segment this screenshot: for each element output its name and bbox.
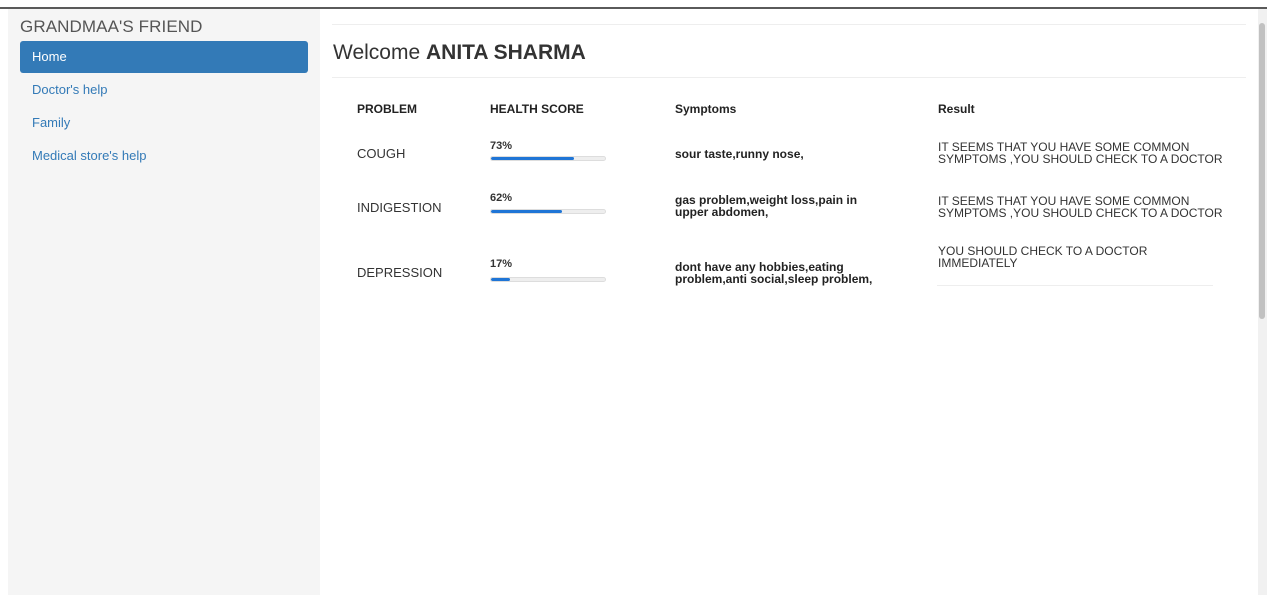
problem-cell: COUGH — [357, 146, 406, 161]
header-result: Result — [938, 102, 975, 116]
health-score-fill — [491, 157, 575, 160]
health-score-bar — [490, 277, 606, 282]
sidebar: GRANDMAA'S FRIEND Home Doctor's help Fam… — [8, 9, 320, 595]
result-cell: IT SEEMS THAT YOU HAVE SOME COMMON SYMPT… — [938, 194, 1223, 220]
user-name: ANITA SHARMA — [425, 41, 586, 64]
symptoms-cell: dont have any hobbies,eating problem,ant… — [675, 260, 873, 286]
welcome-prefix: Welcome — [333, 41, 421, 64]
health-score-label: 62% — [490, 192, 513, 204]
health-score-bar — [490, 156, 606, 161]
scrollbar-thumb[interactable] — [1259, 23, 1265, 319]
divider — [937, 285, 1213, 286]
header-health-score: HEALTH SCORE — [490, 102, 584, 116]
result-cell: YOU SHOULD CHECK TO A DOCTOR IMMEDIATELY — [938, 244, 1148, 270]
health-score-fill — [491, 278, 511, 281]
problem-cell: DEPRESSION — [357, 265, 443, 280]
header-symptoms: Symptoms — [675, 102, 737, 116]
health-score-label: 17% — [490, 258, 513, 270]
result-cell: IT SEEMS THAT YOU HAVE SOME COMMON SYMPT… — [938, 140, 1223, 166]
divider — [332, 24, 1246, 25]
sidebar-nav: Home Doctor's help Family Medical store'… — [20, 41, 308, 173]
scrollbar[interactable] — [1258, 9, 1267, 595]
health-score-label: 73% — [490, 140, 513, 152]
main-content: Welcome ANITA SHARMA PROBLEM HEALTH SCOR… — [320, 9, 1258, 595]
problem-cell: INDIGESTION — [357, 200, 442, 215]
brand-title: GRANDMAA'S FRIEND — [20, 17, 203, 36]
sidebar-item-medical-store-help[interactable]: Medical store's help — [20, 140, 308, 172]
symptoms-cell: gas problem,weight loss,pain in upper ab… — [675, 193, 858, 219]
health-score-bar — [490, 209, 606, 214]
sidebar-item-home[interactable]: Home — [20, 41, 308, 73]
header-problem: PROBLEM — [357, 102, 417, 116]
health-score-fill — [491, 210, 562, 213]
divider — [332, 77, 1246, 78]
symptoms-cell: sour taste,runny nose, — [675, 147, 804, 161]
sidebar-item-family[interactable]: Family — [20, 107, 308, 139]
page-title: Welcome ANITA SHARMA — [333, 41, 586, 65]
sidebar-item-doctors-help[interactable]: Doctor's help — [20, 74, 308, 106]
